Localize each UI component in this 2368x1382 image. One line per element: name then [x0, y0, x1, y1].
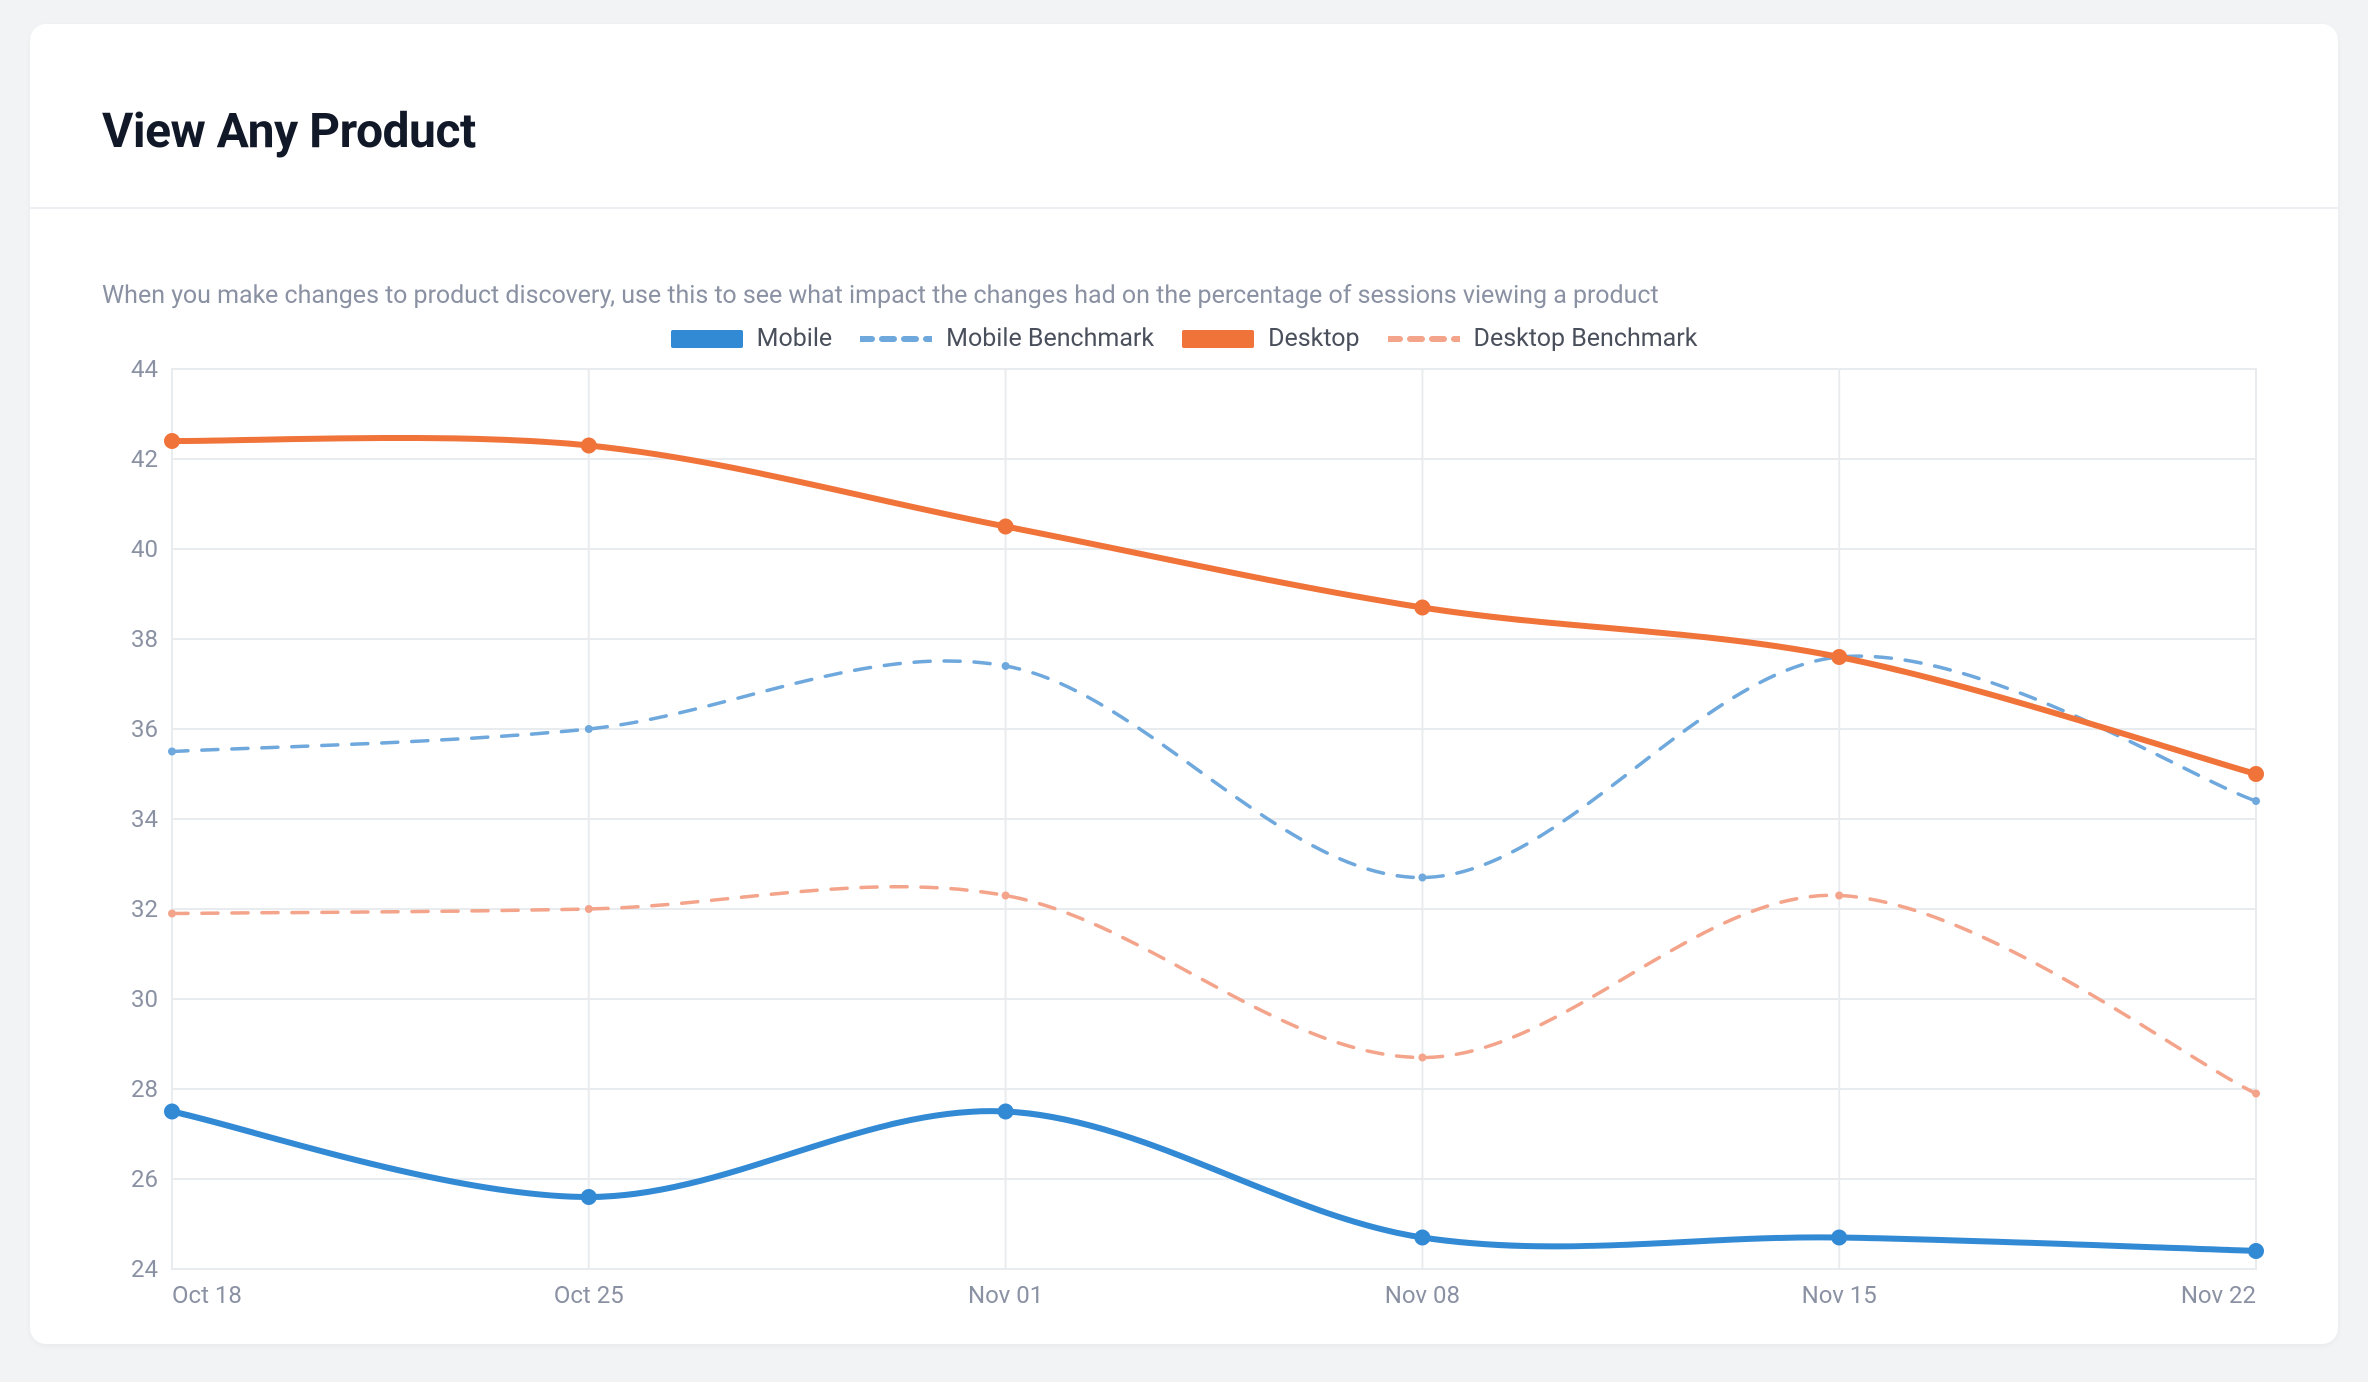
y-tick-label: 38 — [131, 625, 158, 653]
legend-label-desktop: Desktop — [1268, 324, 1359, 353]
data-point[interactable] — [1414, 1230, 1430, 1246]
line-chart: 24 26 28 30 32 34 36 38 40 42 44 Oct 18 Oct 25 Nov 01… — [102, 359, 2266, 1319]
y-tick-label: 36 — [131, 715, 158, 743]
y-tick-label: 26 — [131, 1165, 158, 1193]
data-point[interactable] — [1835, 892, 1843, 900]
panel-header: View Any Product — [30, 24, 2338, 209]
data-point[interactable] — [998, 1104, 1014, 1120]
x-tick-label: Nov 01 — [968, 1281, 1043, 1309]
y-tick-label: 30 — [131, 985, 158, 1013]
data-point[interactable] — [1002, 892, 1010, 900]
legend-swatch-mobile — [671, 330, 743, 348]
data-point[interactable] — [581, 1189, 597, 1205]
y-tick-label: 24 — [131, 1255, 158, 1283]
legend-item-mobile[interactable]: Mobile — [671, 324, 833, 353]
x-tick-label: Oct 18 — [172, 1281, 242, 1309]
legend-item-desktop[interactable]: Desktop — [1182, 324, 1359, 353]
data-point[interactable] — [1831, 649, 1847, 665]
data-point[interactable] — [2248, 1243, 2264, 1259]
y-tick-label: 44 — [131, 359, 158, 383]
legend-label-mobile-benchmark: Mobile Benchmark — [946, 324, 1154, 353]
y-tick-label: 34 — [131, 805, 158, 833]
data-point[interactable] — [585, 905, 593, 913]
y-tick-label: 42 — [131, 445, 158, 473]
y-tick-label: 28 — [131, 1075, 158, 1103]
data-point[interactable] — [998, 519, 1014, 535]
series-line — [172, 887, 2256, 1094]
panel-title: View Any Product — [102, 102, 2266, 159]
data-point[interactable] — [164, 433, 180, 449]
data-point[interactable] — [1414, 600, 1430, 616]
legend-label-mobile: Mobile — [757, 324, 833, 353]
x-tick-label: Oct 25 — [554, 1281, 624, 1309]
legend-swatch-desktop-benchmark — [1388, 330, 1460, 348]
legend-item-desktop-benchmark[interactable]: Desktop Benchmark — [1388, 324, 1698, 353]
y-tick-label: 40 — [131, 535, 158, 563]
data-point[interactable] — [581, 438, 597, 454]
data-point[interactable] — [2248, 766, 2264, 782]
data-point[interactable] — [585, 725, 593, 733]
series-line — [172, 438, 2256, 774]
x-tick-label: Nov 08 — [1385, 1281, 1460, 1309]
data-point[interactable] — [168, 748, 176, 756]
chart-container: 24 26 28 30 32 34 36 38 40 42 44 Oct 18 Oct 25 Nov 01… — [102, 359, 2266, 1319]
x-tick-label: Nov 22 — [2181, 1281, 2256, 1309]
y-tick-label: 32 — [131, 895, 158, 923]
series-line — [172, 656, 2256, 877]
chart-legend: Mobile Mobile Benchmark Desktop Desktop … — [102, 324, 2266, 353]
legend-swatch-mobile-benchmark — [860, 330, 932, 348]
data-point[interactable] — [168, 910, 176, 918]
series-line — [172, 1111, 2256, 1251]
data-point[interactable] — [1418, 1054, 1426, 1062]
panel-body: When you make changes to product discove… — [30, 209, 2338, 1344]
data-point[interactable] — [2252, 797, 2260, 805]
data-point[interactable] — [1831, 1230, 1847, 1246]
chart-panel: View Any Product When you make changes t… — [30, 24, 2338, 1344]
data-point[interactable] — [1002, 662, 1010, 670]
data-point[interactable] — [1418, 874, 1426, 882]
legend-swatch-desktop — [1182, 330, 1254, 348]
data-point[interactable] — [2252, 1090, 2260, 1098]
legend-item-mobile-benchmark[interactable]: Mobile Benchmark — [860, 324, 1154, 353]
chart-subtitle: When you make changes to product discove… — [102, 281, 2266, 310]
legend-label-desktop-benchmark: Desktop Benchmark — [1474, 324, 1698, 353]
x-tick-label: Nov 15 — [1802, 1281, 1877, 1309]
data-point[interactable] — [164, 1104, 180, 1120]
